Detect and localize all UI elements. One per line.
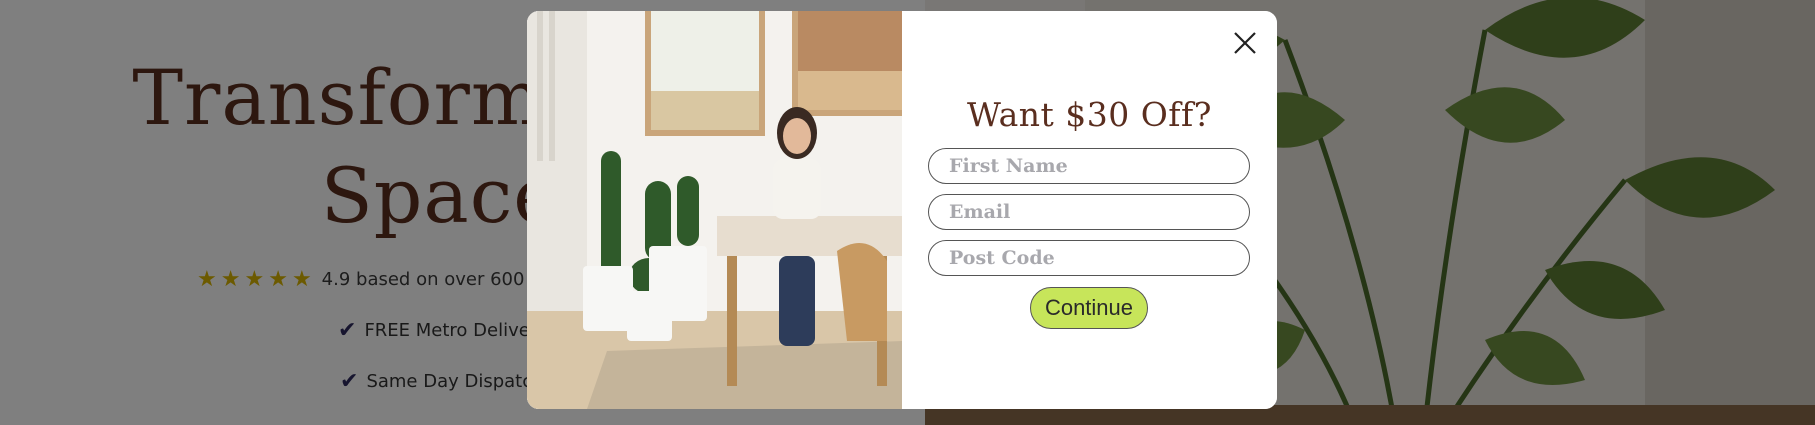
- continue-button[interactable]: Continue: [1030, 287, 1148, 329]
- email-input[interactable]: [928, 194, 1250, 230]
- lifestyle-photo: [527, 11, 902, 409]
- popup-title: Want $30 Off?: [967, 95, 1212, 134]
- popup-form: Want $30 Off? Continue: [902, 11, 1277, 409]
- close-icon: [1234, 32, 1256, 54]
- first-name-input[interactable]: [928, 148, 1250, 184]
- discount-popup: Want $30 Off? Continue: [527, 11, 1277, 409]
- post-code-input[interactable]: [928, 240, 1250, 276]
- popup-photo: [527, 11, 902, 409]
- close-button[interactable]: [1231, 29, 1259, 57]
